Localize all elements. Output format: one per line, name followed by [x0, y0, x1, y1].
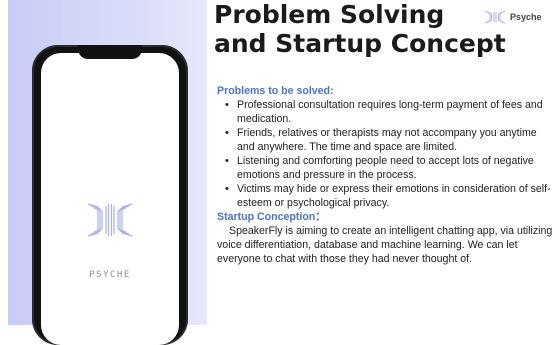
startup-heading: Startup Conception： [217, 211, 326, 223]
butterfly-logo-icon [484, 10, 506, 24]
problems-list: Professional consultation requires long-… [217, 98, 555, 210]
title-line-1: Problem Solving [214, 0, 445, 29]
slide-content: Problems to be solved: Professional cons… [217, 84, 555, 266]
slide-title: Problem Solving and Startup Concept [214, 0, 506, 58]
title-line-2: and Startup Concept [214, 29, 506, 58]
butterfly-icon [87, 203, 133, 237]
list-item: Professional consultation requires long-… [217, 98, 555, 126]
corner-brand: Psyche [484, 10, 542, 24]
list-item: Friends, relatives or therapists may not… [217, 126, 555, 154]
phone-brand-text: PSYCHE [89, 270, 131, 280]
list-item: Victims may hide or express their emotio… [217, 182, 555, 210]
problems-heading: Problems to be solved: [217, 85, 334, 97]
startup-paragraph: SpeakerFly is aiming to create an intell… [217, 225, 553, 265]
corner-brand-label: Psyche [510, 12, 542, 22]
phone-screen: PSYCHE [41, 53, 179, 345]
phone-notch [78, 45, 142, 59]
list-item: Listening and comforting people need to … [217, 154, 555, 182]
phone-mockup: PSYCHE [32, 45, 188, 345]
